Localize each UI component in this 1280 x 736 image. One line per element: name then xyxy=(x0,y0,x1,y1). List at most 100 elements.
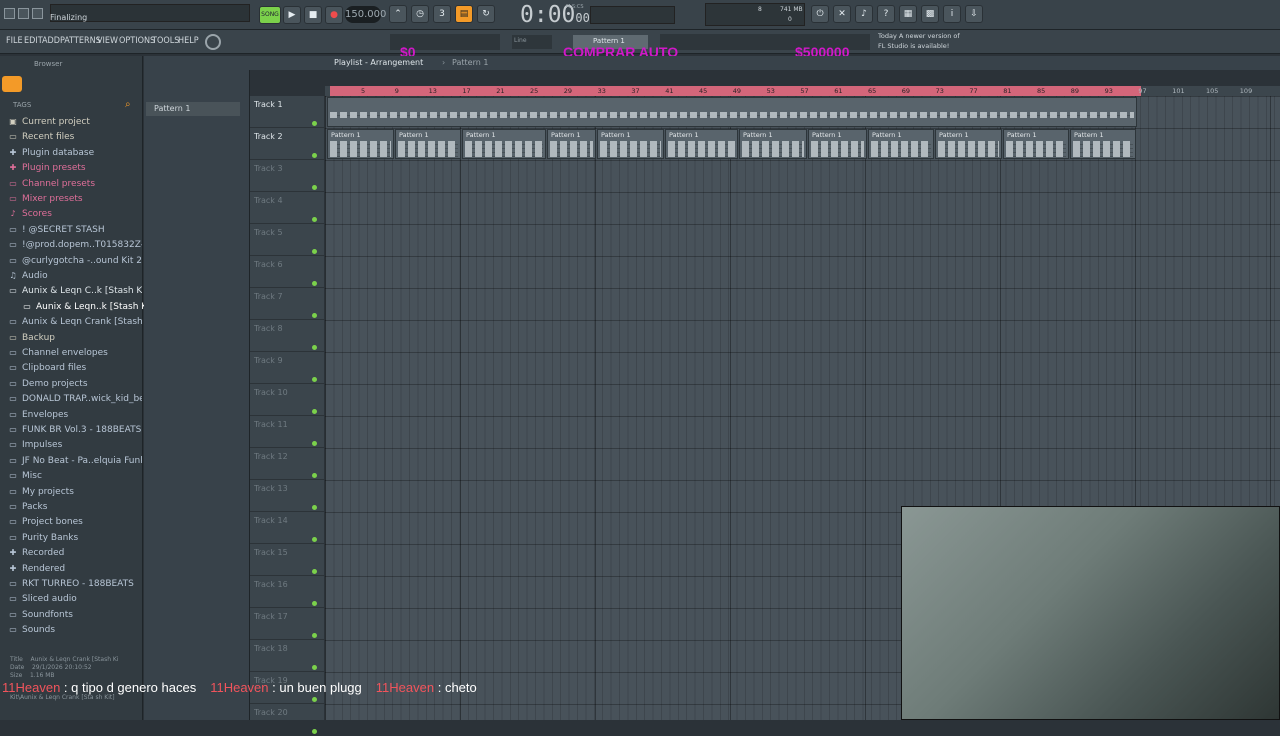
browser-item[interactable]: ▭ Purity Banks xyxy=(8,533,142,547)
pattern-clip[interactable]: Pattern 1 xyxy=(1003,129,1069,159)
browser-item[interactable]: ▭ JF No Beat - Pa..elquia Funk 2 xyxy=(8,456,142,470)
browser-item[interactable]: ✚ Recorded xyxy=(8,548,142,562)
search-icon[interactable]: ⌕ xyxy=(125,99,131,110)
browser-item[interactable]: ▭ Sliced audio xyxy=(8,594,142,608)
browser-item[interactable]: ▭ Aunix & Leqn C..k [Stash Kit] xyxy=(8,286,142,300)
menu-file[interactable]: FILE xyxy=(6,36,23,46)
browser-item[interactable]: ▭ Channel presets xyxy=(8,179,142,193)
track-mute-led[interactable] xyxy=(312,729,317,734)
browser-item[interactable]: ▭ Soundfonts xyxy=(8,610,142,624)
play-icon[interactable]: ▶ xyxy=(283,6,301,24)
browser-item[interactable]: ▭ Channel envelopes xyxy=(8,348,142,362)
track-header[interactable]: Track 20 xyxy=(250,704,324,736)
browser-item[interactable]: ▭ Mixer presets xyxy=(8,194,142,208)
track-mute-led[interactable] xyxy=(312,409,317,414)
pattern-clip[interactable]: Pattern 1 xyxy=(665,129,738,159)
browser-item[interactable]: ▭ ! @SECRET STASH xyxy=(8,225,142,239)
pattern-clip[interactable]: Pattern 1 xyxy=(395,129,461,159)
track-header[interactable]: Track 13 xyxy=(250,480,324,512)
track-mute-led[interactable] xyxy=(312,185,317,190)
microphone-icon[interactable]: ♪ xyxy=(855,5,873,23)
track-mute-led[interactable] xyxy=(312,537,317,542)
pattern-clip[interactable]: Pattern 1 xyxy=(597,129,664,159)
snap-select[interactable]: Line xyxy=(512,35,552,49)
close-icon[interactable] xyxy=(32,8,43,19)
track-header[interactable]: Track 7 xyxy=(250,288,324,320)
browser-item[interactable]: ♫ Audio xyxy=(8,271,142,285)
maximize-icon[interactable] xyxy=(18,8,29,19)
menu-view[interactable]: VIEW xyxy=(97,36,118,46)
track-mute-led[interactable] xyxy=(312,249,317,254)
wait-record-icon[interactable]: ◷ xyxy=(411,5,429,23)
master-volume-knob[interactable] xyxy=(205,34,221,50)
track-header[interactable]: Track 12 xyxy=(250,448,324,480)
browser-item[interactable]: ▭ Packs xyxy=(8,502,142,516)
stop-icon[interactable]: ■ xyxy=(304,6,322,24)
track-mute-led[interactable] xyxy=(312,601,317,606)
menu-tools[interactable]: TOOLS xyxy=(152,36,179,46)
track-mute-led[interactable] xyxy=(312,505,317,510)
track-mute-led[interactable] xyxy=(312,441,317,446)
browser-item[interactable]: ▭ RKT TURREO - 188BEATS xyxy=(8,579,142,593)
browser-item[interactable]: ▭ Project bones xyxy=(8,517,142,531)
track-mute-led[interactable] xyxy=(312,121,317,126)
pattern-item[interactable]: Pattern 1 xyxy=(146,102,240,116)
track-header[interactable]: Track 18 xyxy=(250,640,324,672)
track-header[interactable]: Track 3 xyxy=(250,160,324,192)
track-header[interactable]: Track 16 xyxy=(250,576,324,608)
track-mute-led[interactable] xyxy=(312,153,317,158)
browser-item[interactable]: ▭ Demo projects xyxy=(8,379,142,393)
pattern-clip[interactable] xyxy=(327,97,1137,127)
download-icon[interactable]: ⇩ xyxy=(965,5,983,23)
browser-item[interactable]: ▭ Aunix & Leqn..k [Stash Kit] xyxy=(22,302,156,316)
track-header[interactable]: Track 4 xyxy=(250,192,324,224)
tempo-display[interactable]: 150.000 xyxy=(345,6,386,23)
browser-item[interactable]: ▭ Backup xyxy=(8,333,142,347)
browser-item[interactable]: ♪ Scores xyxy=(8,209,142,223)
step-edit-icon[interactable]: ▤ xyxy=(455,5,473,23)
browser-item[interactable]: ▭ My projects xyxy=(8,487,142,501)
pattern-clip[interactable]: Pattern 1 xyxy=(462,129,546,159)
metronome-icon[interactable]: ⌃ xyxy=(389,5,407,23)
countdown-icon[interactable]: 3 xyxy=(433,5,451,23)
track-mute-led[interactable] xyxy=(312,217,317,222)
browser-item[interactable]: ▭ Clipboard files xyxy=(8,363,142,377)
track-mute-led[interactable] xyxy=(312,665,317,670)
track-mute-led[interactable] xyxy=(312,313,317,318)
menu-add[interactable]: ADD xyxy=(42,36,60,46)
record-icon[interactable]: ● xyxy=(325,6,343,24)
browser-item[interactable]: ✚ Plugin presets xyxy=(8,163,142,177)
menu-help[interactable]: HELP xyxy=(178,36,199,46)
minimize-icon[interactable] xyxy=(4,8,15,19)
track-header[interactable]: Track 8 xyxy=(250,320,324,352)
browser-options-icon[interactable] xyxy=(2,76,22,92)
browser-item[interactable]: ▭ Recent files xyxy=(8,132,142,146)
track-header[interactable]: Track 14 xyxy=(250,512,324,544)
browser-item[interactable]: ▭ Aunix & Leqn Crank [Stash Kit] xyxy=(8,317,142,331)
browser-item[interactable]: ▭ Envelopes xyxy=(8,410,142,424)
track-header[interactable]: Track 11 xyxy=(250,416,324,448)
pattern-clip[interactable]: Pattern 1 xyxy=(547,129,596,159)
track-header[interactable]: Track 17 xyxy=(250,608,324,640)
browser-item[interactable]: ▭ Impulses xyxy=(8,440,142,454)
track-header[interactable]: Track 10 xyxy=(250,384,324,416)
pattern-clip[interactable]: Pattern 1 xyxy=(1070,129,1136,159)
reset-icon[interactable]: ⏻ xyxy=(811,5,829,23)
track-mute-led[interactable] xyxy=(312,633,317,638)
plugin-icon[interactable]: ▩ xyxy=(921,5,939,23)
track-mute-led[interactable] xyxy=(312,345,317,350)
track-header[interactable]: Track 6 xyxy=(250,256,324,288)
browser-item[interactable]: ▭ @curlygotcha -..ound Kit 2024 xyxy=(8,256,142,270)
browser-item[interactable]: ▭ FUNK BR Vol.3 - 188BEATS xyxy=(8,425,142,439)
pattern-clip[interactable]: Pattern 1 xyxy=(935,129,1002,159)
browser-icon[interactable]: ▦ xyxy=(899,5,917,23)
track-header[interactable]: Track 1 xyxy=(250,96,324,128)
track-header[interactable]: Track 5 xyxy=(250,224,324,256)
menu-edit[interactable]: EDIT xyxy=(24,36,43,46)
pattern-clip[interactable]: Pattern 1 xyxy=(808,129,867,159)
loop-record-icon[interactable]: ↻ xyxy=(477,5,495,23)
browser-item[interactable]: ▭ Misc xyxy=(8,471,142,485)
track-header[interactable]: Track 2 xyxy=(250,128,324,160)
track-mute-led[interactable] xyxy=(312,377,317,382)
track-mute-led[interactable] xyxy=(312,281,317,286)
